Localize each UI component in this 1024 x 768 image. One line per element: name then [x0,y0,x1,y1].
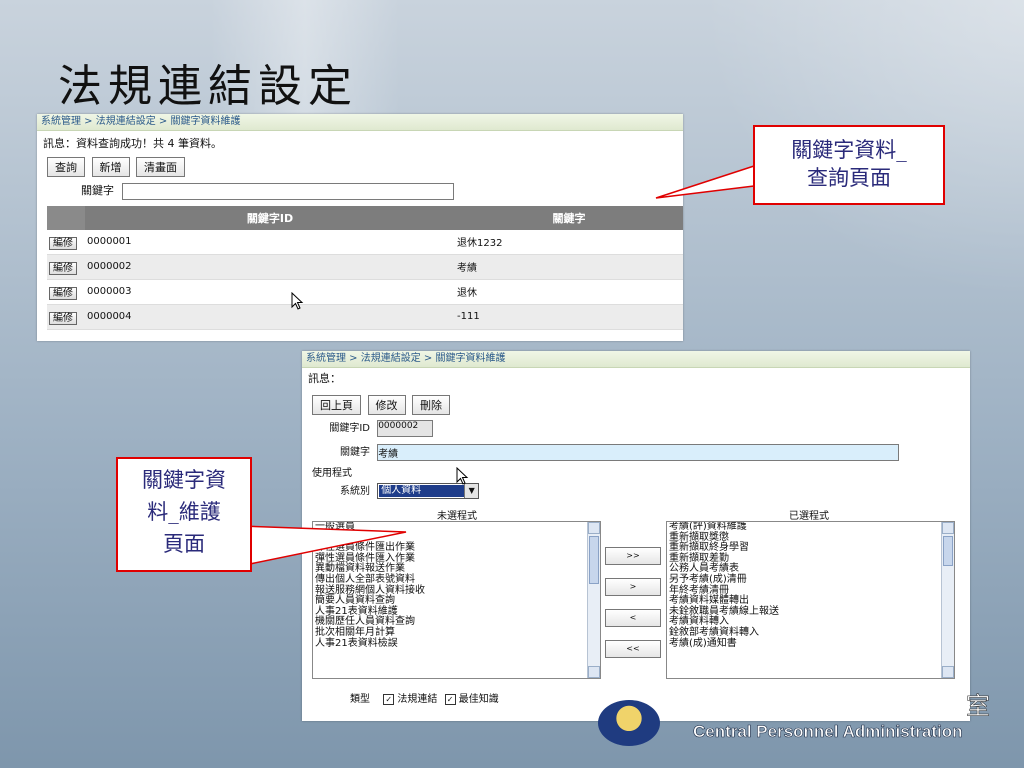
system-row: 系統別 個人資料 ▼ [302,482,480,499]
query-button[interactable]: 查詢 [47,157,85,177]
mouse-cursor-icon [456,467,469,485]
list-item[interactable]: 人事21表資料檢誤 [313,638,600,650]
row-id: 0000002 [85,254,455,280]
keyword-id-field: 0000002 [377,419,434,437]
row-id: 0000001 [85,229,455,255]
type-row: 類型 ✓ 法規連結 ✓ 最佳知識 [350,690,499,705]
checkbox-checked-icon[interactable]: ✓ [383,693,395,705]
row-keyword: 退休1232 [455,229,683,255]
type-option-label: 最佳知識 [458,694,499,705]
keyword-row: 關鍵字 [81,179,683,200]
system-label: 系統別 [340,486,370,497]
callout-line: 頁面 [163,532,205,556]
system-select-value: 個人資料 [379,485,465,497]
callout-line: 關鍵字資 [142,468,226,492]
organization-emblem-icon [598,700,660,746]
maint-toolbar: 回上頁 修改 刪除 [302,388,970,418]
type-option-label: 法規連結 [397,694,438,705]
list-item[interactable]: 考績(評)資料維護 [667,522,954,533]
row-id: 0000004 [85,304,455,330]
modify-button[interactable]: 修改 [367,395,406,415]
keyword-input[interactable] [121,182,454,200]
row-keyword: 退休 [455,279,683,305]
breadcrumb: 系統管理 > 法規連結設定 > 關鍵字資料維護 [37,114,683,131]
table-row: 編修 0000003 退休 [47,279,683,305]
scrollbar[interactable] [587,522,600,678]
scrollbar[interactable] [941,522,954,678]
organization-name: Central Personnel Administration [693,722,963,742]
move-all-right-button[interactable]: >> [605,547,661,565]
selected-title: 已選程式 [789,511,829,522]
mouse-cursor-icon [291,292,304,310]
query-page-callout: 關鍵字資料_ 查詢頁面 [753,125,945,205]
list-item[interactable]: 考績(成)通知書 [667,638,954,650]
callout-pointer [655,165,755,199]
scroll-down-arrow[interactable] [942,666,954,678]
scroll-up-arrow[interactable] [588,522,600,534]
result-table: 關鍵字ID 關鍵字 編修 0000001 退休1232 編修 0000002 考… [47,205,683,330]
callout-pointer [239,525,407,567]
checkbox-checked-icon[interactable]: ✓ [444,693,456,705]
clear-button[interactable]: 清畫面 [136,157,185,177]
move-left-button[interactable]: < [605,609,661,627]
type-option-knowledge[interactable]: ✓ 最佳知識 [444,693,499,705]
table-header-keyword: 關鍵字 [455,205,683,230]
back-button[interactable]: 回上頁 [312,395,361,415]
table-row: 編修 0000001 退休1232 [47,229,683,255]
table-row: 編修 0000002 考績 [47,254,683,280]
scroll-up-arrow[interactable] [942,522,954,534]
edit-button[interactable]: 編修 [49,287,77,300]
breadcrumb: 系統管理 > 法規連結設定 > 關鍵字資料維護 [302,351,970,368]
query-toolbar: 查詢 新增 清畫面 [37,155,683,179]
scroll-thumb[interactable] [943,536,953,566]
unselected-title: 未選程式 [437,511,477,522]
table-header-id: 關鍵字ID [85,205,455,230]
list-item[interactable]: 另予考績(成)清冊 [667,574,954,586]
query-page-panel: 系統管理 > 法規連結設定 > 關鍵字資料維護 訊息：資料查詢成功！共 4 筆資… [37,114,683,341]
callout-line: 料_維護 [147,500,221,524]
keyword-input[interactable]: 考績 [377,443,900,461]
table-header-row: 關鍵字ID 關鍵字 [47,205,683,230]
edit-button[interactable]: 編修 [49,262,77,275]
status-message: 訊息：資料查詢成功！共 4 筆資料。 [43,137,222,150]
list-item[interactable]: 銓敘部考績資料轉入 [667,627,954,639]
id-row: 關鍵字ID 0000002 [302,419,434,437]
keyword-label: 關鍵字 [340,447,370,458]
logo-character: 室 [966,692,991,721]
result-table-wrap: 關鍵字ID 關鍵字 編修 0000001 退休1232 編修 0000002 考… [47,205,683,330]
callout-line: 查詢頁面 [807,166,891,190]
program-label: 使用程式 [312,468,352,479]
row-keyword: 考績 [455,254,683,280]
selected-program-list[interactable]: 考績(評)資料維護 重新擷取獎懲 重新擷取終身學習 重新擷取差勤 公務人員考績表 另予考績… [666,521,955,679]
delete-button[interactable]: 刪除 [412,395,450,415]
move-all-left-button[interactable]: << [605,640,661,658]
scroll-down-arrow[interactable] [588,666,600,678]
slide-title: 法規連結設定 [58,61,358,112]
keyword-row: 關鍵字 考績 [302,443,900,461]
id-label: 關鍵字ID [329,423,370,434]
table-row: 編修 0000004 -111 [47,304,683,330]
keyword-label: 關鍵字 [81,184,114,197]
callout-line: 關鍵字資料_ [791,138,907,162]
type-option-law[interactable]: ✓ 法規連結 [383,693,440,705]
move-right-button[interactable]: > [605,578,661,596]
type-label: 類型 [350,694,370,705]
edit-button[interactable]: 編修 [49,237,77,250]
row-keyword: -111 [455,304,683,330]
maintenance-page-callout: 關鍵字資 料_維護 頁面 [116,457,252,572]
add-button[interactable]: 新增 [91,157,130,177]
table-header-blank [47,205,85,230]
edit-button[interactable]: 編修 [49,312,77,325]
row-id: 0000003 [85,279,455,305]
status-message: 訊息： [308,372,341,385]
scroll-thumb[interactable] [589,536,599,584]
list-item[interactable]: 批次相關年月計算 [313,627,600,639]
